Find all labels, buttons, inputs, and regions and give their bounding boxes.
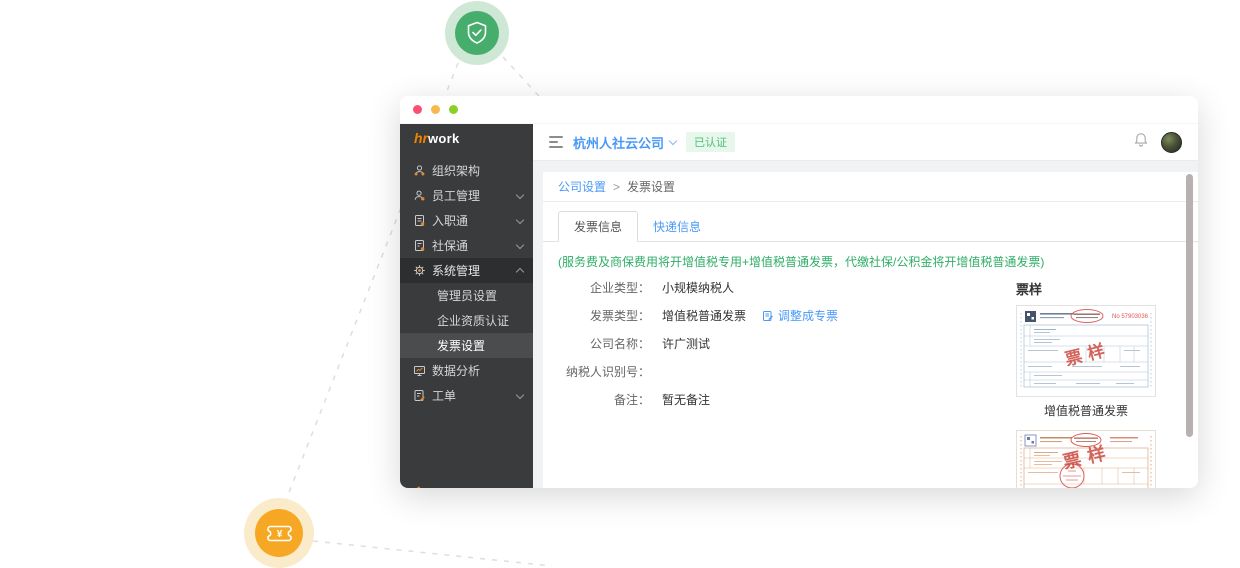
field-label: 公司名称： (543, 335, 650, 352)
sidebar-item-label: 社保通 (432, 237, 511, 254)
app-body: hr work 组织架构 员工管理 (400, 124, 1198, 488)
logo-work-text: work (428, 131, 460, 146)
chevron-down-icon (516, 390, 524, 398)
invoice-number: No 57903036 (1112, 314, 1149, 320)
invoice-sample-caption: 增值税普通发票 (1016, 402, 1156, 419)
breadcrumb: 公司设置 > 发票设置 (543, 172, 1198, 202)
work-order-icon (413, 389, 426, 402)
tab-express-info[interactable]: 快递信息 (638, 212, 716, 241)
data-analysis-icon (413, 364, 426, 377)
vertical-scrollbar-thumb[interactable] (1186, 174, 1193, 437)
system-management-icon (413, 264, 426, 277)
main-area: 杭州人社云公司 已认证 公司设置 > (533, 124, 1198, 488)
sidebar-subitem-label: 管理员设置 (437, 287, 497, 304)
field-label: 企业类型： (543, 279, 650, 296)
invoice-settings-form: 企业类型： 小规模纳税人 发票类型： 增值税普通发票 调整成专票 (543, 279, 1016, 488)
shield-check-icon (455, 11, 499, 55)
social-security-icon (413, 239, 426, 252)
security-badge-decoration (445, 1, 509, 65)
sidebar-subitem-admin-settings[interactable]: 管理员设置 (400, 283, 533, 308)
edit-document-icon (762, 310, 774, 322)
close-window-button[interactable] (413, 105, 422, 114)
onboarding-icon (413, 214, 426, 227)
maximize-window-button[interactable] (449, 105, 458, 114)
field-label: 纳税人识别号： (543, 363, 650, 380)
panel-body: 企业类型： 小规模纳税人 发票类型： 增值税普通发票 调整成专票 (543, 279, 1198, 488)
breadcrumb-company-settings-link[interactable]: 公司设置 (558, 178, 606, 195)
org-structure-icon (413, 164, 426, 177)
sidebar-item-employee-management[interactable]: 员工管理 (400, 183, 533, 208)
chevron-up-icon (516, 267, 524, 275)
sample-title: 票样 (1016, 279, 1156, 298)
user-avatar[interactable] (1161, 132, 1182, 153)
content-area: 公司设置 > 发票设置 发票信息 快递信息 (服务费及商保费用将开增值税专用+增… (533, 161, 1198, 488)
field-value: 小规模纳税人 (662, 279, 734, 296)
form-row-invoice-type: 发票类型： 增值税普通发票 调整成专票 (543, 307, 1016, 324)
logo-swoosh-icon (400, 483, 422, 488)
sidebar-item-label: 入职通 (432, 212, 511, 229)
breadcrumb-separator: > (613, 180, 620, 194)
link-label: 调整成专票 (778, 307, 838, 324)
sidebar-item-label: 工单 (432, 387, 511, 404)
collapse-menu-icon[interactable] (549, 136, 563, 148)
sidebar-item-label: 组织架构 (432, 162, 523, 179)
chevron-down-icon (516, 240, 524, 248)
sidebar-item-label: 员工管理 (432, 187, 511, 204)
window-titlebar (400, 96, 1198, 124)
chevron-down-icon (516, 215, 524, 223)
sidebar-subitem-enterprise-qualification[interactable]: 企业资质认证 (400, 308, 533, 333)
sidebar-item-onboarding[interactable]: 入职通 (400, 208, 533, 233)
invoice-sample-section: 票样 (1016, 279, 1156, 488)
sidebar-item-system-management[interactable]: 系统管理 (400, 258, 533, 283)
field-value: 暂无备注 (662, 391, 710, 408)
hrwork-logo: hr work (400, 124, 533, 158)
invoice-sample-image-2: 票样 (1016, 430, 1156, 488)
form-row-company-name: 公司名称： 许广测试 (543, 335, 1016, 352)
form-row-remark: 备注： 暂无备注 (543, 391, 1016, 408)
sidebar-item-org-structure[interactable]: 组织架构 (400, 158, 533, 183)
field-value: 增值税普通发票 (662, 307, 746, 324)
chevron-down-icon (516, 190, 524, 198)
chevron-down-icon (669, 137, 677, 145)
invoice-sample-image-1: No 57903036 (1016, 305, 1156, 397)
verified-status-badge: 已认证 (686, 132, 735, 152)
field-label: 备注： (543, 391, 650, 408)
form-row-company-type: 企业类型： 小规模纳税人 (543, 279, 1016, 296)
sidebar-item-work-order[interactable]: 工单 (400, 383, 533, 408)
sidebar-item-social-security[interactable]: 社保通 (400, 233, 533, 258)
adjust-to-special-invoice-link[interactable]: 调整成专票 (762, 307, 838, 324)
employee-management-icon (413, 189, 426, 202)
form-row-tax-id: 纳税人识别号： (543, 363, 1016, 380)
notification-bell-icon[interactable] (1134, 132, 1148, 153)
invoice-notice-text: (服务费及商保费用将开增值税专用+增值税普通发票，代缴社保/公积金将开增值税普通… (558, 253, 1183, 270)
sidebar-item-data-analysis[interactable]: 数据分析 (400, 358, 533, 383)
sidebar-subitem-invoice-settings[interactable]: 发票设置 (400, 333, 533, 358)
app-window: hr work 组织架构 员工管理 (400, 96, 1198, 488)
sidebar-subitem-label: 企业资质认证 (437, 312, 509, 329)
company-name: 杭州人社云公司 (573, 133, 664, 152)
settings-panel: 公司设置 > 发票设置 发票信息 快递信息 (服务费及商保费用将开增值税专用+增… (543, 172, 1198, 488)
canvas: ¥ hr work (0, 0, 1240, 568)
sidebar-subitem-label: 发票设置 (437, 337, 485, 354)
sidebar: hr work 组织架构 员工管理 (400, 124, 533, 488)
breadcrumb-current: 发票设置 (627, 178, 675, 195)
svg-text:¥: ¥ (276, 529, 282, 540)
tab-invoice-info[interactable]: 发票信息 (558, 211, 638, 242)
main-header: 杭州人社云公司 已认证 (533, 124, 1198, 161)
logo-hr-text: hr (414, 130, 428, 146)
sidebar-item-label: 系统管理 (432, 262, 511, 279)
invoice-badge-decoration: ¥ (244, 498, 314, 568)
field-label: 发票类型： (543, 307, 650, 324)
minimize-window-button[interactable] (431, 105, 440, 114)
tab-bar: 发票信息 快递信息 (543, 202, 1198, 242)
field-value: 许广测试 (662, 335, 710, 352)
sidebar-item-label: 数据分析 (432, 362, 523, 379)
company-selector[interactable]: 杭州人社云公司 (573, 133, 676, 152)
ticket-yen-icon: ¥ (255, 509, 303, 557)
